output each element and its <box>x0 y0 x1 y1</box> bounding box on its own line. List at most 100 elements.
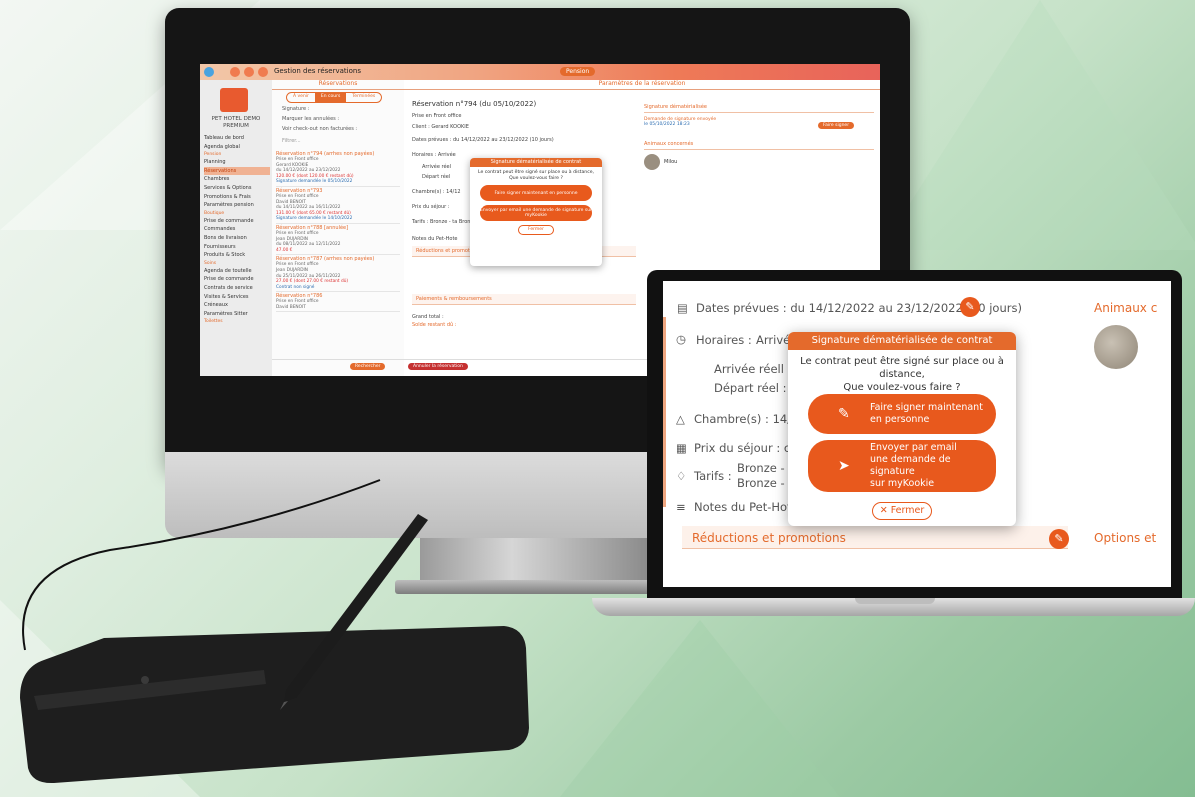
search-icon[interactable] <box>244 67 254 77</box>
reservation-tabs: À venir En cours Terminées <box>286 92 383 103</box>
dialog-message-line-1: Le contrat peut être signé sur place ou … <box>800 356 1004 380</box>
price-icon: ▦ <box>676 441 687 455</box>
sign-now-button[interactable]: ✎ Faire signer maintenant en personne <box>808 394 996 434</box>
dialog-message: Le contrat peut être signé sur place ou … <box>792 355 1012 394</box>
laptop-prix: Prix du séjour : ca <box>694 441 798 455</box>
sidebar-item[interactable]: Commandes <box>204 225 270 234</box>
cancel-reservation-button[interactable]: Annuler la réservation <box>408 363 468 370</box>
sidebar-item[interactable]: Chambres <box>204 175 270 184</box>
sign-now-label: Faire signer maintenant en personne <box>870 402 983 425</box>
sidebar-item[interactable]: Agenda de toutelle <box>204 267 270 276</box>
tab-finished[interactable]: Terminées <box>346 93 381 102</box>
scroll-indicator[interactable] <box>663 317 666 507</box>
detail-right-column: Signature dématérialisée Demande de sign… <box>644 104 874 170</box>
source-line: Prise en Front office <box>412 113 462 119</box>
sidebar-section-heading: Pension <box>204 152 222 158</box>
search-button[interactable]: Rechercher <box>350 363 386 370</box>
tab-current[interactable]: En cours <box>314 93 347 102</box>
reservation-list-panel: Réservations À venir En cours Terminées … <box>272 80 405 376</box>
sidebar: PET HOTEL DEMO PREMIUM Tableau de bord Ag… <box>200 80 273 376</box>
send-email-label: Envoyer par email une demande de signatu… <box>870 442 957 489</box>
sidebar-menu: Tableau de bord Agenda global Pension Plann… <box>204 134 270 325</box>
sidebar-item[interactable]: Promotions & Frais <box>204 193 270 202</box>
filter-input[interactable]: Filtrer... <box>282 138 301 144</box>
reservation-entry[interactable]: Réservation n°794 (arrhes non payées) Pri… <box>276 150 400 187</box>
sidebar-item[interactable]: Paramètres Sitter <box>204 310 270 319</box>
app-logo <box>220 88 248 112</box>
animal-avatar <box>644 154 660 170</box>
sidebar-item[interactable]: Produits & Stock <box>204 251 270 260</box>
close-label: Fermer <box>890 505 925 516</box>
laptop-horaires: Horaires : <box>696 333 752 347</box>
laptop-animals-section: Animaux c <box>1094 301 1158 315</box>
sidebar-section-heading: Soins <box>204 260 217 266</box>
horaires-line: Horaires : Arrivée <box>412 152 456 158</box>
reservation-entry[interactable]: Réservation n°787 (arrhes non payées) Pri… <box>276 255 400 293</box>
tab-upcoming[interactable]: À venir <box>287 93 315 102</box>
sidebar-section-heading: Toilettes <box>204 319 223 325</box>
send-icon: ➤ <box>838 458 850 474</box>
signature-section: Signature dématérialisée <box>644 104 874 113</box>
back-icon[interactable] <box>230 67 240 77</box>
reservation-title: Réservation n°794 (du 05/10/2022) <box>412 100 537 108</box>
close-icon[interactable] <box>258 67 268 77</box>
animal-avatar <box>1094 325 1138 369</box>
menu-icon[interactable] <box>204 67 214 77</box>
cancelled-filter[interactable]: Marquer les annulées : <box>282 116 339 122</box>
reservation-entry-line: Signature demandée le 14/10/2022 <box>276 216 353 222</box>
sidebar-item[interactable]: Paramètres pension <box>204 201 270 210</box>
close-button[interactable]: ✕ Fermer <box>872 502 932 520</box>
sidebar-item[interactable]: Bons de livraison <box>204 234 270 243</box>
sidebar-item[interactable]: Réservations <box>204 166 270 176</box>
room-icon: △ <box>676 412 685 426</box>
dialog-message-line-2: Que voulez-vous faire ? <box>843 382 961 393</box>
sign-now-button[interactable]: Faire signer maintenant en personne <box>480 185 592 202</box>
reservation-entry-line: 47.00 € <box>276 247 293 253</box>
sidebar-item[interactable]: Agenda global <box>204 143 270 152</box>
client-line: Client : Gerard KOOKIE <box>412 124 469 130</box>
signature-filter[interactable]: Signature : <box>282 106 309 112</box>
sidebar-item[interactable]: Fournisseurs <box>204 243 270 252</box>
laptop-notes: Notes du Pet-Hote <box>694 500 799 514</box>
dialog-title: Signature dématérialisée de contrat <box>788 332 1016 350</box>
signature-dialog-small: Signature dématérialisée de contrat Le c… <box>470 158 602 266</box>
sidebar-section-heading: Boutique <box>204 210 225 216</box>
laptop-reductions: Réductions et promotions <box>692 531 846 545</box>
page-title: Gestion des réservations <box>274 67 361 75</box>
checkout-filter[interactable]: Voir check-out non facturées : <box>282 126 357 132</box>
sidebar-item[interactable]: Planning <box>204 158 270 167</box>
sidebar-item[interactable]: Créneaux <box>204 301 270 310</box>
sign-button[interactable]: Faire signer <box>818 122 855 129</box>
dates-line: Dates prévues : du 14/12/2022 au 23/12/2… <box>412 137 554 143</box>
animal-card[interactable]: Milou <box>644 154 874 170</box>
send-email-button[interactable]: ➤ Envoyer par email une demande de signa… <box>808 440 996 492</box>
animals-section: Animaux concernés <box>644 141 874 150</box>
arrival-line: Arrivée réel <box>422 164 452 170</box>
room-line: Chambre(s) : 14/12 <box>412 189 461 195</box>
reservation-entry[interactable]: Réservation n°793 Prise en Front office Da… <box>276 187 400 224</box>
close-button[interactable]: Fermer <box>518 225 554 236</box>
balance-due: Solde restant dû : <box>412 322 457 328</box>
clock-icon: ◷ <box>676 332 687 346</box>
price-line: Prix du séjour : <box>412 204 450 210</box>
sidebar-item[interactable]: Prise de commande <box>204 217 270 226</box>
send-email-button[interactable]: Envoyer par email une demande de signatu… <box>480 205 592 222</box>
animal-name: Milou <box>664 159 678 165</box>
detail-header: Paramètres de la réservation <box>404 80 880 90</box>
edit-reductions-icon[interactable]: ✎ <box>1049 529 1069 549</box>
sidebar-item[interactable]: Visites & Services <box>204 293 270 302</box>
sidebar-item[interactable]: Services & Options <box>204 184 270 193</box>
sidebar-item[interactable]: Tableau de bord <box>204 134 270 143</box>
list-footer: Rechercher <box>272 359 404 376</box>
reservation-entry-line: Contrat non signé <box>276 284 315 290</box>
dialog-title: Signature dématérialisée de contrat <box>470 158 602 167</box>
reservation-entry[interactable]: Réservation n°788 [annulée] Prise en Fron… <box>276 224 400 256</box>
sidebar-item[interactable]: Contrats de service <box>204 284 270 293</box>
usb-cable <box>22 479 381 651</box>
module-badge[interactable]: Pension <box>560 67 596 76</box>
tag-icon: ♢ <box>676 469 687 483</box>
sidebar-item[interactable]: Prise de commande <box>204 275 270 284</box>
section-payments[interactable]: Paiements & remboursements <box>412 294 636 305</box>
edit-dates-icon[interactable]: ✎ <box>960 297 980 317</box>
reservation-entry[interactable]: Réservation n°786 Prise en Front office Da… <box>276 292 400 313</box>
